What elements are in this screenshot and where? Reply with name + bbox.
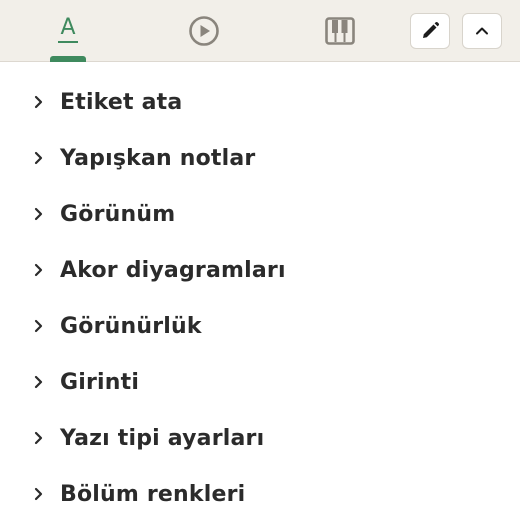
play-circle-icon: [189, 16, 219, 46]
section-chord-diagrams[interactable]: Akor diyagramları: [0, 242, 520, 298]
section-label: Yapışkan notlar: [60, 145, 256, 171]
text-format-icon: A: [58, 15, 78, 43]
chevron-right-icon: [32, 95, 44, 109]
section-section-colors[interactable]: Bölüm renkleri: [0, 466, 520, 522]
edit-button[interactable]: [410, 13, 450, 49]
chevron-right-icon: [32, 207, 44, 221]
section-appearance[interactable]: Görünüm: [0, 186, 520, 242]
section-sticky-notes[interactable]: Yapışkan notlar: [0, 130, 520, 186]
section-label: Akor diyagramları: [60, 257, 286, 283]
active-tab-indicator: [50, 56, 86, 62]
tab-playback[interactable]: [178, 0, 230, 62]
section-label: Yazı tipi ayarları: [60, 425, 265, 451]
section-label: Görünüm: [60, 201, 176, 227]
section-label: Bölüm renkleri: [60, 481, 246, 507]
chevron-right-icon: [32, 431, 44, 445]
tab-text[interactable]: A: [42, 0, 94, 62]
collapse-button[interactable]: [462, 13, 502, 49]
chevron-right-icon: [32, 375, 44, 389]
chevron-right-icon: [32, 263, 44, 277]
section-label-assign[interactable]: Etiket ata: [0, 74, 520, 130]
chevron-right-icon: [32, 151, 44, 165]
section-font-settings[interactable]: Yazı tipi ayarları: [0, 410, 520, 466]
section-label: Görünürlük: [60, 313, 202, 339]
section-label: Girinti: [60, 369, 140, 395]
section-indent[interactable]: Girinti: [0, 354, 520, 410]
chevron-right-icon: [32, 319, 44, 333]
chevron-right-icon: [32, 487, 44, 501]
tab-piano[interactable]: [314, 0, 366, 62]
chevron-up-icon: [476, 27, 488, 35]
toolbar: A: [0, 0, 520, 62]
piano-keys-icon: [325, 17, 355, 45]
pencil-icon: [423, 21, 440, 38]
section-label: Etiket ata: [60, 89, 183, 115]
settings-section-list: Etiket ata Yapışkan notlar Görünüm Akor …: [0, 74, 520, 522]
section-visibility[interactable]: Görünürlük: [0, 298, 520, 354]
